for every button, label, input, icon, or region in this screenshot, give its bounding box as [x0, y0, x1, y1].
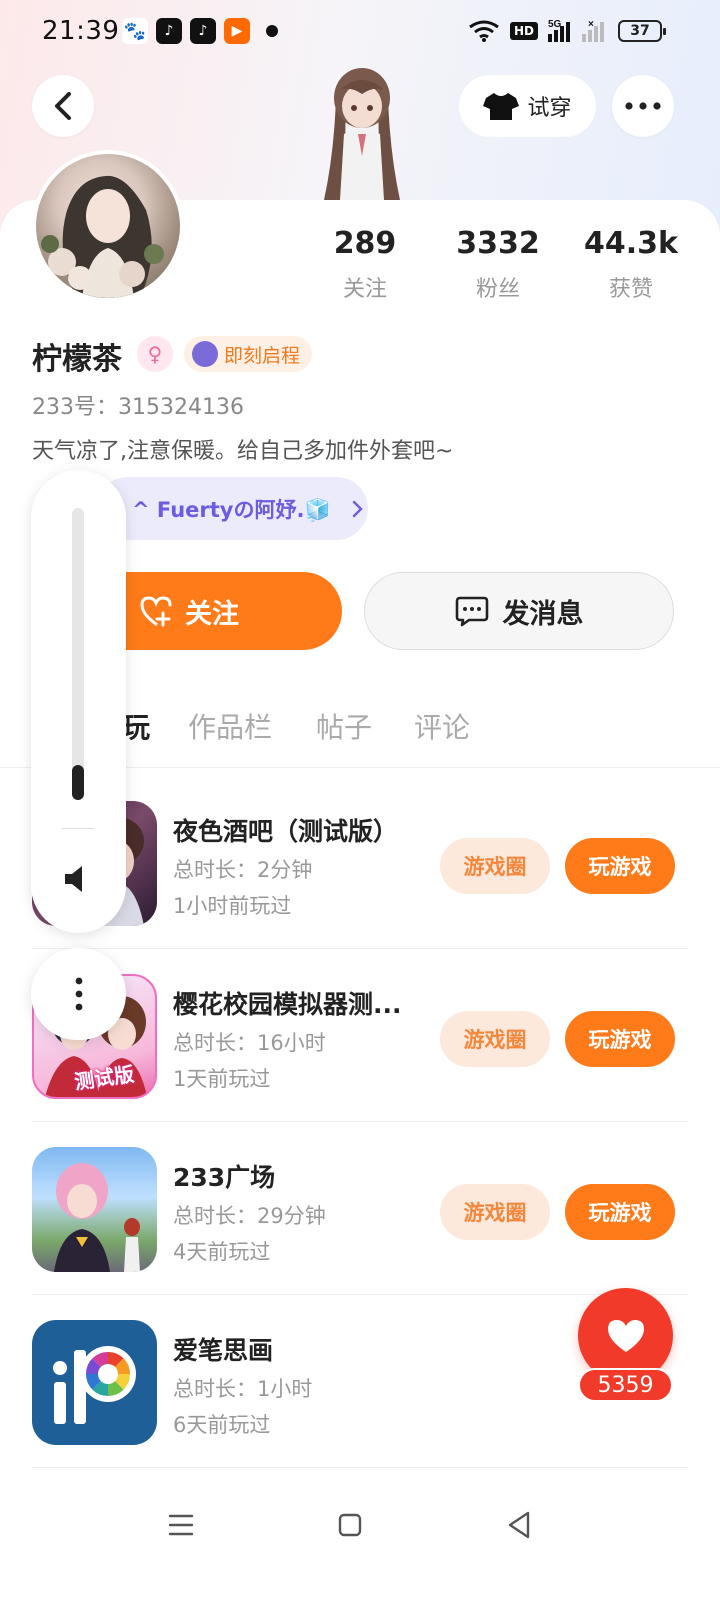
stat-fans-label: 粉丝 — [475, 277, 520, 302]
system-navigation-bar — [0, 1490, 720, 1560]
game-icon-art — [53, 1346, 136, 1424]
stat-fans[interactable]: 3332 粉丝 — [443, 226, 553, 303]
volume-slider[interactable] — [72, 508, 84, 800]
game-circle-button[interactable]: 游戏圈 — [440, 1011, 550, 1067]
game-circle-button[interactable]: 游戏圈 — [440, 1184, 550, 1240]
profile-bio: 天气凉了,注意保暖。给自己多加件外套吧~ — [32, 439, 454, 464]
stat-fans-count: 3332 — [456, 226, 540, 261]
more-horizontal-icon — [625, 102, 661, 110]
game-title: 爱笔思画 — [173, 1336, 274, 1365]
play-game-button[interactable]: 玩游戏 — [565, 838, 675, 894]
douyin-app-icon: ♪ — [156, 18, 182, 44]
chat-bubble-icon — [455, 596, 488, 627]
tag-badge-icon — [192, 341, 218, 367]
chevron-right-icon — [352, 500, 363, 517]
game-circle-button[interactable]: 游戏圈 — [440, 838, 550, 894]
game-title: 樱花校园模拟器测... — [173, 990, 402, 1019]
chevron-left-icon — [55, 92, 71, 120]
douyin-lite-app-icon: ♪ — [190, 18, 216, 44]
try-on-label: 试穿 — [527, 96, 572, 121]
status-time: 21:39 — [42, 16, 120, 46]
kuaishou-app-icon: ▶ — [224, 18, 250, 44]
tab-played[interactable]: 玩 — [122, 706, 150, 746]
female-gender-icon: ♀ — [137, 336, 173, 372]
avatar-photo — [41, 175, 164, 298]
stat-following[interactable]: 289 关注 — [310, 226, 420, 303]
notification-dot-icon — [266, 25, 278, 37]
profile-tag-badge[interactable]: 即刻启程 — [184, 336, 313, 372]
back-button[interactable] — [32, 75, 94, 137]
stat-following-count: 289 — [333, 226, 397, 261]
game-duration: 总时长：2分钟 — [173, 858, 313, 882]
stat-likes[interactable]: 44.3k 获赞 — [576, 226, 686, 303]
game-last-played: 6天前玩过 — [173, 1413, 271, 1437]
profile-name: 柠檬茶 — [32, 342, 122, 377]
game-title: 233广场 — [173, 1163, 276, 1192]
volume-divider — [62, 828, 94, 829]
home-icon[interactable] — [338, 1512, 362, 1538]
stat-likes-label: 获赞 — [608, 277, 653, 302]
more-vertical-icon — [75, 977, 82, 1011]
friend-relation-label: ^ Fuertyの阿妤.🧊 — [132, 497, 331, 522]
svg-text:5G: 5G — [548, 19, 562, 30]
menu-icon[interactable] — [168, 1512, 194, 1538]
volume-slider-fill — [72, 764, 84, 800]
avatar[interactable] — [32, 150, 184, 302]
game-icon-233-plaza — [32, 1147, 157, 1272]
baidu-app-icon: 🐾 — [122, 18, 148, 44]
game-title: 夜色酒吧（测试版） — [173, 817, 399, 846]
status-bar: 21:39 🐾 ♪ ♪ ▶ HD 5G × 37 — [0, 0, 720, 64]
back-nav-icon[interactable] — [506, 1510, 532, 1540]
tab-works[interactable]: 作品栏 — [188, 706, 272, 746]
send-message-button[interactable]: 发消息 — [364, 572, 674, 650]
profile-uid[interactable]: 233号：315324136 — [32, 389, 244, 421]
game-row[interactable]: 测试版 樱花校园模拟器测... 总时长：16小时 1天前玩过 游戏圈 玩游戏 — [32, 949, 688, 1122]
game-last-played: 1天前玩过 — [173, 1067, 271, 1091]
stat-following-label: 关注 — [342, 277, 387, 302]
game-row[interactable]: 233广场 总时长：29分钟 4天前玩过 游戏圈 玩游戏 — [32, 1122, 688, 1295]
volume-more-button[interactable] — [31, 948, 126, 1040]
volume-panel — [31, 470, 126, 933]
friend-relation-pill[interactable]: ^ Fuertyの阿妤.🧊 — [96, 477, 368, 540]
speaker-icon[interactable] — [62, 862, 96, 896]
game-duration: 总时长：16小时 — [173, 1031, 326, 1055]
avatar-character-figure[interactable] — [314, 64, 410, 200]
game-icon-ibispaint — [32, 1320, 157, 1445]
profile-tag-label: 即刻启程 — [224, 344, 301, 367]
tab-comments[interactable]: 评论 — [414, 706, 470, 746]
heart-icon — [607, 1319, 644, 1352]
svg-text:×: × — [588, 19, 594, 30]
play-game-button[interactable]: 玩游戏 — [565, 1011, 675, 1067]
game-duration: 总时长：29分钟 — [173, 1204, 326, 1228]
game-last-played: 4天前玩过 — [173, 1240, 271, 1264]
game-duration: 总时长：1小时 — [173, 1377, 313, 1401]
tshirt-icon — [483, 93, 520, 120]
game-row[interactable]: 夜色酒吧（测试版） 总时长：2分钟 1小时前玩过 游戏圈 玩游戏 — [32, 776, 688, 949]
tab-posts[interactable]: 帖子 — [316, 706, 372, 746]
wifi-icon — [469, 20, 499, 42]
play-game-button[interactable]: 玩游戏 — [565, 1184, 675, 1240]
hd-badge: HD — [509, 22, 538, 40]
try-on-button[interactable]: 试穿 — [459, 75, 596, 137]
stat-likes-count: 44.3k — [584, 226, 678, 261]
heart-plus-icon — [140, 596, 172, 627]
more-options-button[interactable] — [612, 75, 674, 137]
like-count-badge: 5359 — [578, 1368, 673, 1402]
game-last-played: 1小时前玩过 — [173, 894, 292, 918]
signal-icon: 5G × — [548, 19, 604, 42]
battery-indicator: 37 — [618, 20, 666, 42]
game-icon-art — [54, 1163, 140, 1272]
follow-label: 关注 — [185, 598, 239, 630]
send-message-label: 发消息 — [502, 598, 584, 630]
